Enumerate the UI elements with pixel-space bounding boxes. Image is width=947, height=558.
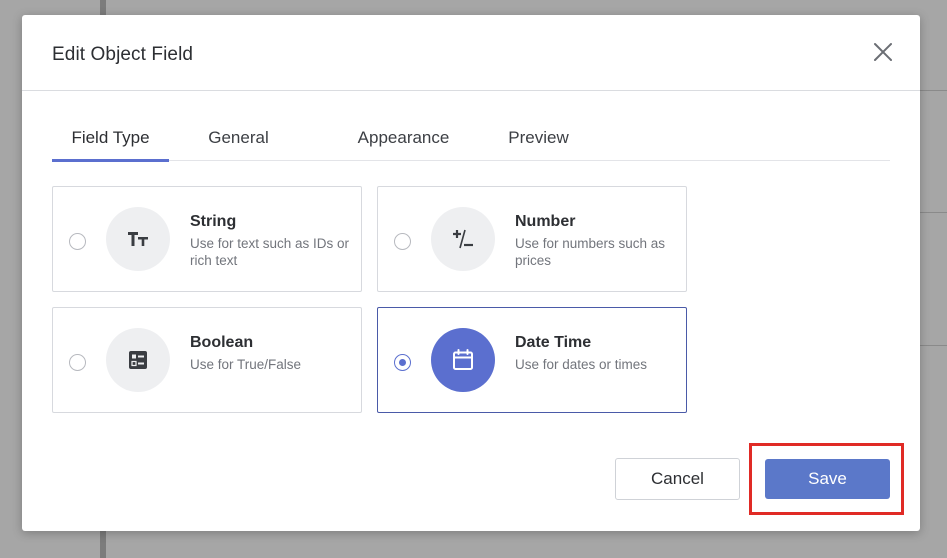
close-button[interactable]	[872, 41, 894, 63]
radio-boolean[interactable]	[69, 354, 86, 371]
tab-field-type[interactable]: Field Type	[52, 123, 169, 162]
tab-preview[interactable]: Preview	[507, 123, 570, 161]
radio-date-time[interactable]	[394, 354, 411, 371]
field-type-card-string[interactable]: String Use for text such as IDs or rich …	[52, 186, 362, 292]
number-description: Use for numbers such as prices	[515, 236, 666, 268]
backdrop-row-line	[919, 212, 947, 213]
tab-general[interactable]: General	[205, 123, 272, 161]
number-title: Number	[515, 213, 576, 230]
plus-minus-icon	[453, 229, 473, 249]
calendar-icon	[453, 349, 473, 370]
edit-object-field-dialog: Edit Object Field Field Type General App…	[22, 15, 920, 531]
date-time-description: Use for dates or times	[515, 357, 648, 372]
field-type-card-boolean[interactable]: Boolean Use for True/False	[52, 307, 362, 413]
backdrop-row-line	[919, 345, 947, 346]
boolean-icon-circle	[106, 328, 170, 392]
text-format-icon	[128, 232, 148, 246]
tab-appearance[interactable]: Appearance	[355, 123, 452, 161]
string-icon-circle	[106, 207, 170, 271]
string-title: String	[190, 213, 237, 230]
radio-number[interactable]	[394, 233, 411, 250]
dialog-header: Edit Object Field	[22, 15, 920, 91]
field-type-card-number[interactable]: Number Use for numbers such as prices	[377, 186, 687, 292]
string-description: Use for text such as IDs or rich text	[190, 236, 350, 268]
date-time-title: Date Time	[515, 334, 592, 351]
close-icon	[874, 43, 892, 61]
tab-bar: Field Type General Appearance Preview	[52, 123, 890, 162]
cancel-button[interactable]: Cancel	[615, 458, 740, 500]
boolean-description: Use for True/False	[190, 357, 302, 372]
toggle-list-icon	[129, 351, 147, 369]
backdrop-row-line	[919, 90, 947, 91]
save-button[interactable]: Save	[765, 459, 890, 499]
field-type-card-date-time[interactable]: Date Time Use for dates or times	[377, 307, 687, 413]
radio-string[interactable]	[69, 233, 86, 250]
number-icon-circle	[431, 207, 495, 271]
dialog-title: Edit Object Field	[52, 44, 194, 65]
date-time-icon-circle	[431, 328, 495, 392]
boolean-title: Boolean	[190, 334, 254, 351]
